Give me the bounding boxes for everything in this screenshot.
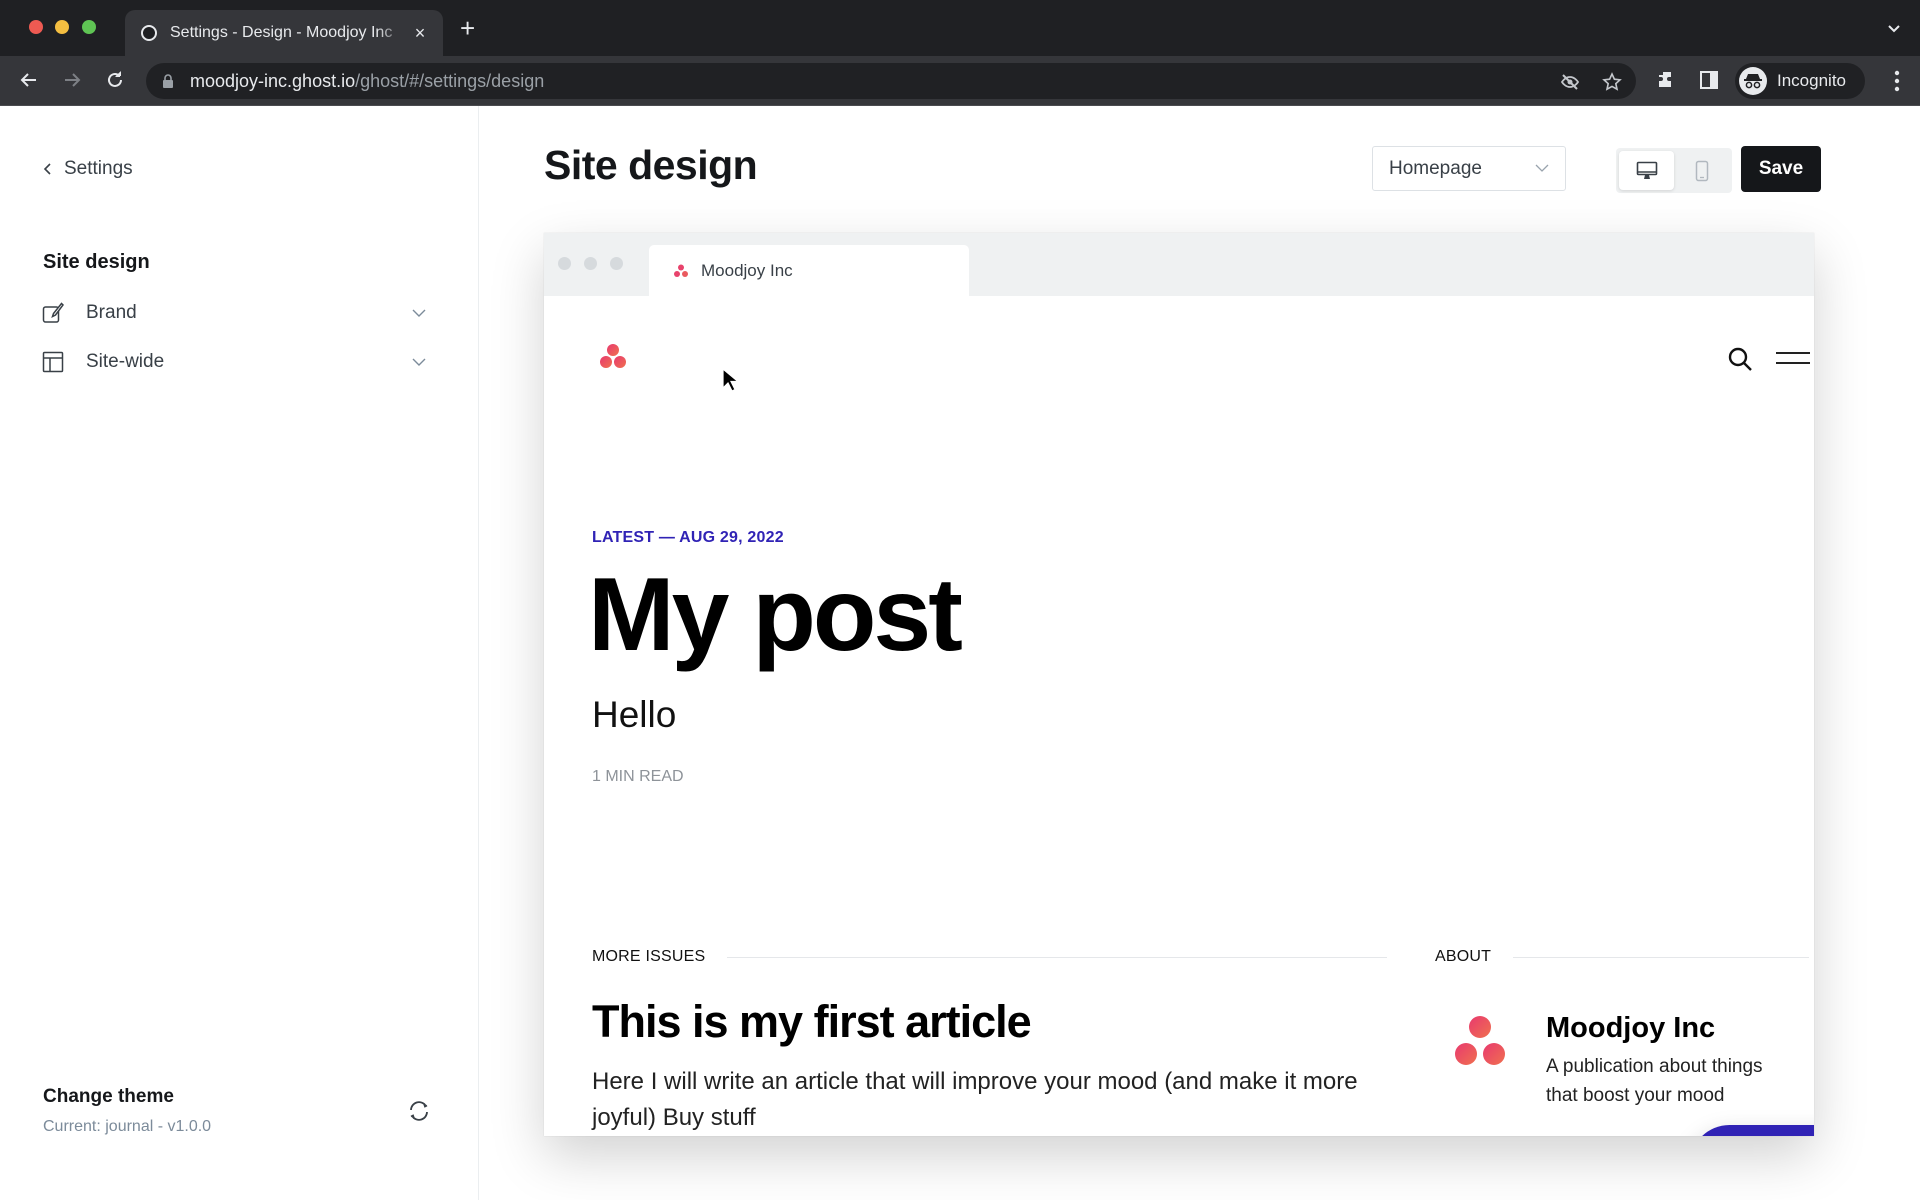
browser-tab[interactable]: Settings - Design - Moodjoy Inc ×	[125, 10, 443, 56]
preview-tab: Moodjoy Inc	[649, 245, 969, 296]
preview-dot	[558, 257, 571, 270]
change-theme-refresh-icon[interactable]	[406, 1098, 432, 1124]
mobile-icon	[1695, 160, 1708, 181]
featured-post-excerpt: Hello	[592, 694, 677, 735]
browser-toolbar: moodjoy-inc.ghost.io/ghost/#/settings/de…	[0, 56, 1920, 106]
mobile-preview-button[interactable]	[1674, 151, 1729, 190]
url-host: moodjoy-inc.ghost.io	[190, 70, 356, 91]
address-bar[interactable]: moodjoy-inc.ghost.io/ghost/#/settings/de…	[146, 63, 1636, 99]
moodjoy-logo-icon	[674, 264, 688, 277]
back-button[interactable]	[17, 68, 41, 92]
sidebar-item-label: Brand	[86, 302, 137, 323]
site-logo-icon[interactable]	[598, 342, 628, 372]
window-maximize-button[interactable]	[82, 20, 96, 34]
desktop-preview-button[interactable]	[1619, 151, 1674, 190]
ghost-favicon-icon	[141, 25, 157, 41]
sidebar-item-brand[interactable]: Brand	[42, 293, 432, 333]
featured-post-read-time: 1 MIN READ	[592, 768, 684, 785]
brush-icon	[42, 302, 64, 323]
divider	[1513, 956, 1810, 958]
preview-dot	[584, 257, 597, 270]
browser-menu-kebab-icon[interactable]	[1894, 70, 1900, 92]
change-theme-section[interactable]: Change theme Current: journal - v1.0.0	[43, 1086, 211, 1136]
site-preview-frame: Moodjoy Inc LATEST — AUG 29, 2022 My pos…	[544, 233, 1814, 1136]
forward-button[interactable]	[60, 68, 84, 92]
reload-icon	[108, 71, 122, 87]
sidebar-section-title: Site design	[43, 251, 150, 273]
new-tab-button[interactable]: +	[460, 15, 475, 41]
chevron-down-icon	[1535, 164, 1549, 172]
bookmark-star-icon[interactable]	[1602, 72, 1622, 92]
sidebar-item-label: Site-wide	[86, 351, 165, 372]
change-theme-title: Change theme	[43, 1086, 174, 1107]
preview-page-select-value: Homepage	[1389, 157, 1482, 179]
latest-post-date: LATEST — AUG 29, 2022	[592, 529, 784, 546]
device-toggle	[1616, 148, 1732, 193]
incognito-avatar-icon	[1739, 67, 1767, 95]
site-design-main: Site design Homepage Save Moodjoy Inc LA…	[480, 106, 1920, 1200]
about-logo-icon	[1455, 1016, 1505, 1065]
arrow-right-icon	[65, 73, 81, 87]
sidebar-item-site-wide[interactable]: Site-wide	[42, 342, 432, 382]
incognito-profile-button[interactable]: Incognito	[1735, 63, 1865, 99]
desktop-icon	[1636, 161, 1657, 179]
chevron-down-icon	[412, 309, 426, 317]
about-heading: ABOUT	[1435, 948, 1810, 966]
preview-dot	[610, 257, 623, 270]
about-site-description: A publication about things that boost yo…	[1546, 1056, 1763, 1106]
reload-button[interactable]	[103, 68, 127, 92]
about-label: ABOUT	[1435, 948, 1492, 965]
preview-browser-bar: Moodjoy Inc	[544, 233, 1814, 296]
article-title[interactable]: This is my first article	[592, 996, 1032, 1048]
page-title: Site design	[544, 142, 758, 188]
back-to-settings-link[interactable]: Settings	[42, 158, 133, 180]
eye-slash-icon[interactable]	[1560, 72, 1580, 92]
tab-search-chevron-icon[interactable]	[1886, 20, 1902, 36]
extensions-puzzle-icon[interactable]	[1655, 69, 1677, 91]
chevron-left-icon	[43, 163, 51, 175]
more-issues-heading: MORE ISSUES	[592, 948, 1388, 966]
url-path: /ghost/#/settings/design	[355, 70, 545, 91]
divider	[727, 956, 1388, 958]
browser-tab-strip: Settings - Design - Moodjoy Inc × +	[0, 0, 1920, 56]
settings-sidebar: Settings Site design Brand Site-wide Cha…	[0, 106, 479, 1200]
more-issues-label: MORE ISSUES	[592, 948, 706, 965]
chevron-down-icon	[412, 358, 426, 366]
featured-post-title[interactable]: My post	[588, 558, 963, 673]
about-site-name: Moodjoy Inc	[1546, 1012, 1716, 1044]
window-close-button[interactable]	[29, 20, 43, 34]
site-preview-content: LATEST — AUG 29, 2022 My post Hello 1 MI…	[544, 296, 1814, 1136]
incognito-label: Incognito	[1777, 71, 1846, 90]
back-to-settings-label: Settings	[64, 158, 133, 179]
save-button[interactable]: Save	[1741, 146, 1821, 192]
window-minimize-button[interactable]	[55, 20, 69, 34]
preview-tab-title: Moodjoy Inc	[701, 260, 793, 280]
side-panel-icon[interactable]	[1698, 69, 1720, 91]
article-excerpt: Here I will write an article that will i…	[592, 1068, 1358, 1131]
layout-icon	[42, 351, 64, 373]
arrow-left-icon	[20, 73, 36, 87]
current-theme-label: Current: journal - v1.0.0	[43, 1118, 212, 1135]
preview-page-select[interactable]: Homepage	[1372, 146, 1566, 191]
hamburger-menu-icon[interactable]	[1776, 351, 1810, 365]
browser-tab-title: Settings - Design - Moodjoy Inc	[170, 24, 393, 41]
search-icon[interactable]	[1727, 346, 1753, 372]
lock-icon	[163, 74, 173, 88]
close-tab-icon[interactable]: ×	[411, 23, 429, 44]
